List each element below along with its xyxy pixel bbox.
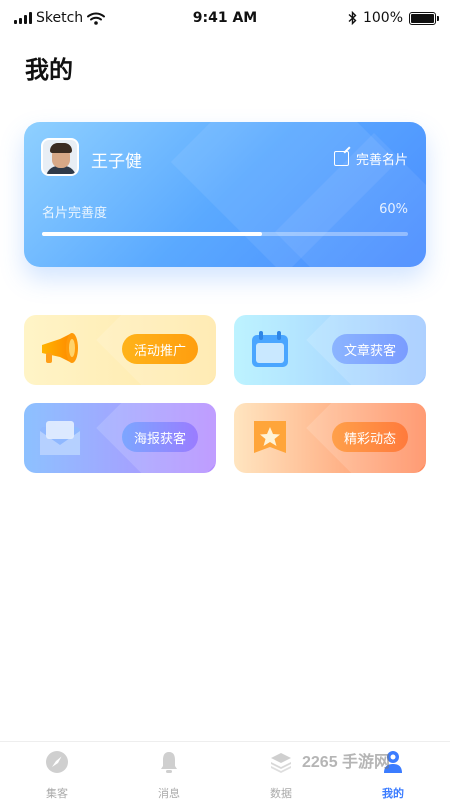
calendar-icon xyxy=(252,331,288,367)
completion-progress-bar xyxy=(42,232,408,236)
avatar[interactable] xyxy=(41,138,79,176)
article-leads-tile[interactable]: 文章获客 xyxy=(234,315,426,385)
battery-group: 100% xyxy=(348,10,439,26)
battery-icon xyxy=(409,11,439,25)
bluetooth-icon xyxy=(348,11,357,25)
tab-messages[interactable]: 消息 xyxy=(134,750,204,800)
edit-icon xyxy=(333,151,349,166)
tab-messages-label: 消息 xyxy=(158,787,180,800)
completion-value: 60% xyxy=(379,202,408,217)
article-leads-label: 文章获客 xyxy=(331,334,408,364)
site-watermark: 2265 手游网 xyxy=(302,754,391,771)
tab-data-label: 数据 xyxy=(270,787,292,800)
envelope-icon xyxy=(40,421,80,455)
profile-card[interactable]: 王子健 完善名片 名片完善度 60% xyxy=(24,122,426,267)
edit-card-button[interactable]: 完善名片 xyxy=(333,149,408,168)
bell-icon xyxy=(161,752,177,773)
completion-label: 名片完善度 xyxy=(42,206,108,221)
user-name: 王子健 xyxy=(91,152,142,172)
activity-promotion-tile[interactable]: 活动推广 xyxy=(24,315,216,385)
star-badge-icon xyxy=(254,421,286,453)
activity-promotion-label: 活动推广 xyxy=(121,334,198,364)
compass-icon xyxy=(46,751,68,773)
completion-progress-fill xyxy=(42,232,262,236)
tab-mine-label: 我的 xyxy=(382,787,404,800)
tab-leads-label: 集客 xyxy=(46,787,68,800)
battery-percent: 100% xyxy=(362,10,403,26)
tab-leads[interactable]: 集客 xyxy=(22,750,92,800)
edit-card-label: 完善名片 xyxy=(355,153,408,168)
megaphone-icon xyxy=(42,333,78,363)
highlights-tile[interactable]: 精彩动态 xyxy=(234,403,426,473)
layers-icon xyxy=(271,753,291,773)
poster-leads-tile[interactable]: 海报获客 xyxy=(24,403,216,473)
page-title: 我的 xyxy=(25,56,73,84)
poster-leads-label: 海报获客 xyxy=(121,422,198,452)
status-bar: Sketch 9:41 AM 100% xyxy=(0,0,450,36)
highlights-label: 精彩动态 xyxy=(331,422,408,452)
